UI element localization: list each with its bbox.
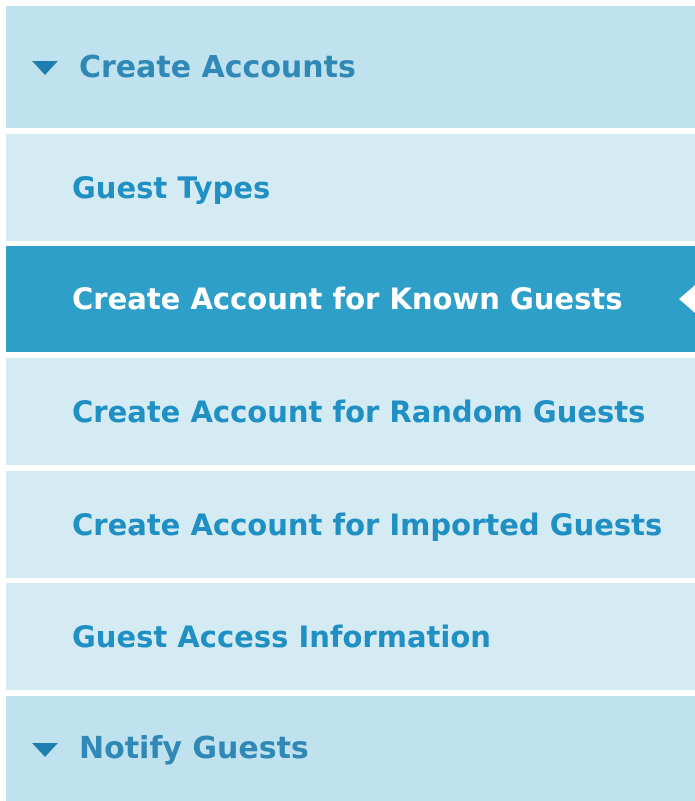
active-pointer-icon bbox=[679, 285, 695, 313]
section-header-notify-guests[interactable]: Notify Guests bbox=[6, 696, 695, 801]
nav-item-label: Create Account for Imported Guests bbox=[72, 507, 663, 542]
nav-item-create-account-imported-guests[interactable]: Create Account for Imported Guests bbox=[6, 471, 695, 578]
section-header-label: Notify Guests bbox=[79, 731, 309, 766]
guest-nav-panel: Create Accounts Guest Types Create Accou… bbox=[6, 6, 695, 801]
nav-item-create-account-random-guests[interactable]: Create Account for Random Guests bbox=[6, 358, 695, 465]
nav-item-label: Guest Access Information bbox=[72, 619, 491, 654]
caret-down-icon bbox=[32, 742, 58, 757]
nav-item-guest-access-information[interactable]: Guest Access Information bbox=[6, 583, 695, 690]
nav-item-label: Guest Types bbox=[72, 170, 271, 205]
nav-item-create-account-known-guests[interactable]: Create Account for Known Guests bbox=[6, 246, 695, 352]
nav-item-label: Create Account for Random Guests bbox=[72, 394, 646, 429]
nav-item-guest-types[interactable]: Guest Types bbox=[6, 134, 695, 241]
section-header-create-accounts[interactable]: Create Accounts bbox=[6, 6, 695, 128]
nav-item-label: Create Account for Known Guests bbox=[72, 282, 623, 316]
section-header-label: Create Accounts bbox=[79, 49, 356, 85]
caret-down-icon bbox=[32, 61, 58, 75]
